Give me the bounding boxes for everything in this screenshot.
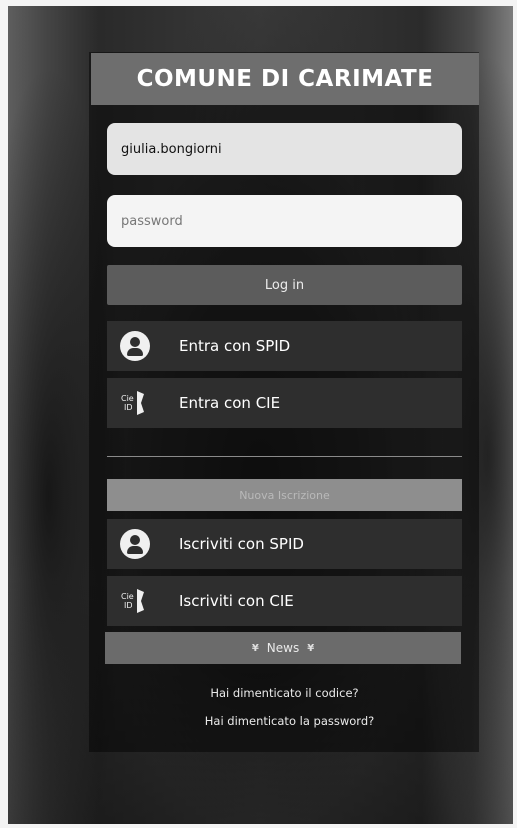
news-label: News — [266, 641, 300, 655]
svg-text:Cie: Cie — [121, 394, 134, 403]
spid-register-icon-wrap — [107, 529, 163, 559]
spid-user-icon — [120, 529, 150, 559]
forgot-code-link[interactable]: Hai dimenticato il codice? — [107, 686, 462, 700]
cie-register-label: Iscriviti con CIE — [179, 592, 294, 610]
new-registration-button[interactable]: Nuova Iscrizione — [107, 479, 462, 511]
new-registration-label: Nuova Iscrizione — [239, 488, 330, 502]
chevron-down-icon: ¥ — [251, 642, 259, 654]
svg-text:Cie: Cie — [121, 592, 134, 601]
spid-login-label: Entra con SPID — [179, 337, 291, 355]
login-button-label: Log in — [264, 277, 305, 293]
cie-register-icon-wrap: Cie ID — [107, 586, 163, 616]
spid-icon-wrap — [107, 331, 163, 361]
page-title: COMUNE DI CARIMATE — [91, 53, 479, 105]
password-field[interactable] — [107, 195, 462, 247]
cie-icon-wrap: Cie ID — [107, 388, 163, 418]
username-field[interactable] — [107, 123, 462, 175]
svg-text:ID: ID — [124, 601, 133, 610]
section-divider — [107, 456, 462, 457]
cie-login-label: Entra con CIE — [179, 394, 281, 412]
spid-register-button[interactable]: Iscriviti con SPID — [107, 519, 462, 569]
chevron-down-icon: ¥ — [307, 642, 315, 654]
spid-login-button[interactable]: Entra con SPID — [107, 321, 462, 371]
svg-text:ID: ID — [124, 403, 133, 412]
cie-id-icon: Cie ID — [121, 589, 144, 613]
cie-register-button[interactable]: Cie ID Iscriviti con CIE — [107, 576, 462, 626]
login-button[interactable]: Log in — [107, 265, 462, 305]
spid-user-icon — [120, 331, 150, 361]
news-toggle-button[interactable]: ¥ News ¥ — [105, 632, 461, 664]
cie-id-icon: Cie ID — [121, 391, 144, 415]
forgot-password-link[interactable]: Hai dimenticato la password? — [112, 714, 467, 728]
cie-login-button[interactable]: Cie ID Entra con CIE — [107, 378, 462, 428]
spid-register-label: Iscriviti con SPID — [179, 535, 304, 553]
